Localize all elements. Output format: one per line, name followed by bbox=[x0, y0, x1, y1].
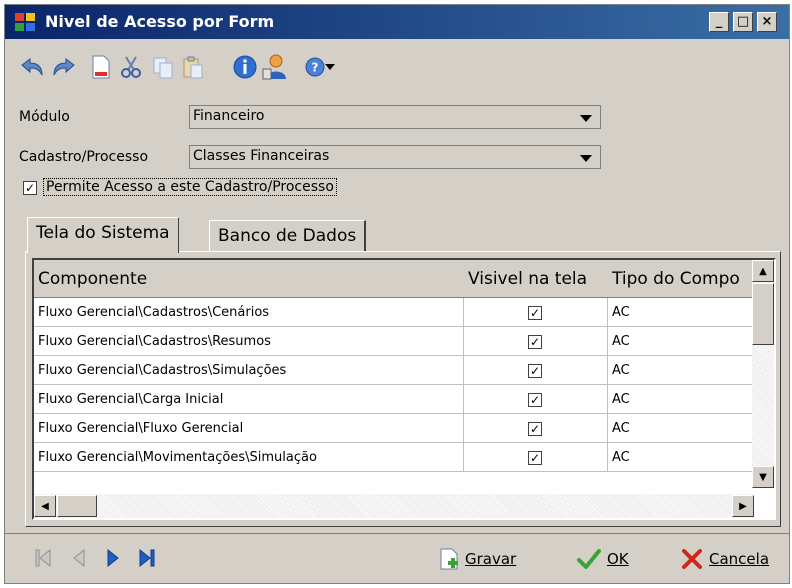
table-row[interactable]: Fluxo Gerencial\Movimentações\Simulação … bbox=[34, 443, 754, 472]
cell-componente: Fluxo Gerencial\Fluxo Gerencial bbox=[34, 414, 464, 443]
scroll-left-icon[interactable]: ◀ bbox=[34, 495, 56, 517]
table-row[interactable]: Fluxo Gerencial\Cadastros\Simulações ✓ A… bbox=[34, 356, 754, 385]
cell-tipo: AC bbox=[608, 298, 754, 327]
redo-icon[interactable] bbox=[51, 53, 79, 81]
tab-banco-de-dados[interactable]: Banco de Dados bbox=[209, 220, 367, 254]
horizontal-scrollbar[interactable]: ◀ ▶ bbox=[34, 494, 754, 518]
ok-label: OK bbox=[607, 550, 629, 568]
check-icon bbox=[577, 549, 601, 569]
table-row[interactable]: Fluxo Gerencial\Fluxo Gerencial ✓ AC bbox=[34, 414, 754, 443]
tab-panel: Componente Visivel na tela Tipo do Compo… bbox=[25, 251, 781, 527]
cut-icon[interactable] bbox=[117, 53, 145, 81]
cell-componente: Fluxo Gerencial\Cadastros\Resumos bbox=[34, 327, 464, 356]
cadastro-value: Classes Financeiras bbox=[193, 148, 330, 164]
cancel-icon bbox=[682, 549, 702, 569]
close-button[interactable]: × bbox=[757, 12, 777, 32]
horizontal-scroll-thumb[interactable] bbox=[57, 495, 97, 517]
info-icon[interactable] bbox=[231, 53, 259, 81]
visible-checkbox[interactable]: ✓ bbox=[528, 306, 542, 320]
cell-componente: Fluxo Gerencial\Movimentações\Simulação bbox=[34, 443, 464, 472]
visible-checkbox[interactable]: ✓ bbox=[528, 422, 542, 436]
visible-checkbox[interactable]: ✓ bbox=[528, 393, 542, 407]
new-document-icon[interactable] bbox=[87, 53, 115, 81]
scroll-up-icon[interactable]: ▲ bbox=[752, 260, 774, 282]
cell-componente: Fluxo Gerencial\Carga Inicial bbox=[34, 385, 464, 414]
chevron-down-icon bbox=[580, 115, 592, 122]
visible-checkbox[interactable]: ✓ bbox=[528, 335, 542, 349]
previous-record-icon[interactable] bbox=[67, 546, 91, 570]
cell-componente: Fluxo Gerencial\Cadastros\Cenários bbox=[34, 298, 464, 327]
footer-bar: Gravar OK Cancela bbox=[5, 533, 789, 583]
user-access-icon[interactable] bbox=[261, 53, 289, 81]
scroll-down-icon[interactable]: ▼ bbox=[752, 466, 774, 488]
first-record-icon[interactable] bbox=[31, 546, 55, 570]
app-icon bbox=[15, 13, 35, 31]
vertical-scrollbar[interactable]: ▲ ▼ bbox=[752, 260, 774, 488]
cadastro-select[interactable]: Classes Financeiras bbox=[189, 145, 601, 169]
column-header-visivel[interactable]: Visivel na tela bbox=[464, 260, 608, 298]
form-window: Nivel de Acesso por Form _ □ × ? Módulo … bbox=[4, 4, 790, 584]
cancela-label: Cancela bbox=[709, 550, 770, 568]
cell-visivel: ✓ bbox=[464, 414, 608, 443]
modulo-select[interactable]: Financeiro bbox=[189, 105, 601, 129]
save-icon bbox=[440, 548, 458, 570]
cell-componente: Fluxo Gerencial\Cadastros\Simulações bbox=[34, 356, 464, 385]
modulo-value: Financeiro bbox=[193, 108, 265, 124]
cell-tipo: AC bbox=[608, 327, 754, 356]
cell-tipo: AC bbox=[608, 414, 754, 443]
vertical-scroll-thumb[interactable] bbox=[752, 283, 774, 345]
column-header-tipo[interactable]: Tipo do Compo bbox=[608, 260, 754, 298]
window-title: Nivel de Acesso por Form bbox=[45, 12, 275, 31]
table-row[interactable]: Fluxo Gerencial\Cadastros\Cenários ✓ AC bbox=[34, 298, 754, 327]
paste-icon[interactable] bbox=[179, 53, 207, 81]
dropdown-arrow-icon[interactable] bbox=[321, 53, 339, 81]
cell-visivel: ✓ bbox=[464, 327, 608, 356]
cell-tipo: AC bbox=[608, 443, 754, 472]
minimize-button[interactable]: _ bbox=[709, 12, 729, 32]
cadastro-label: Cadastro/Processo bbox=[19, 149, 149, 165]
cell-visivel: ✓ bbox=[464, 298, 608, 327]
modulo-label: Módulo bbox=[19, 109, 70, 125]
last-record-icon[interactable] bbox=[135, 546, 159, 570]
permite-acesso-checkbox[interactable]: ✓ bbox=[23, 181, 37, 195]
cell-visivel: ✓ bbox=[464, 443, 608, 472]
next-record-icon[interactable] bbox=[101, 546, 125, 570]
grid-header: Componente Visivel na tela Tipo do Compo bbox=[34, 260, 754, 298]
cell-tipo: AC bbox=[608, 356, 754, 385]
tab-tela-do-sistema[interactable]: Tela do Sistema bbox=[27, 217, 179, 253]
visible-checkbox[interactable]: ✓ bbox=[528, 364, 542, 378]
gravar-button[interactable]: Gravar bbox=[439, 544, 516, 574]
undo-icon[interactable] bbox=[17, 53, 45, 81]
svg-text:?: ? bbox=[312, 61, 319, 75]
visible-checkbox[interactable]: ✓ bbox=[528, 451, 542, 465]
maximize-button[interactable]: □ bbox=[733, 12, 753, 32]
table-row[interactable]: Fluxo Gerencial\Carga Inicial ✓ AC bbox=[34, 385, 754, 414]
ok-button[interactable]: OK bbox=[577, 544, 629, 574]
cell-visivel: ✓ bbox=[464, 385, 608, 414]
cell-tipo: AC bbox=[608, 385, 754, 414]
scroll-right-icon[interactable]: ▶ bbox=[732, 495, 754, 517]
title-bar[interactable]: Nivel de Acesso por Form _ □ × bbox=[5, 5, 789, 39]
toolbar: ? bbox=[5, 43, 789, 93]
permite-acesso-label: Permite Acesso a este Cadastro/Processo bbox=[43, 178, 337, 196]
gravar-label: Gravar bbox=[465, 550, 517, 568]
copy-icon[interactable] bbox=[149, 53, 177, 81]
components-grid[interactable]: Componente Visivel na tela Tipo do Compo… bbox=[32, 258, 776, 520]
column-header-componente[interactable]: Componente bbox=[34, 260, 464, 298]
cancela-button[interactable]: Cancela bbox=[681, 544, 769, 574]
chevron-down-icon bbox=[580, 155, 592, 162]
table-row[interactable]: Fluxo Gerencial\Cadastros\Resumos ✓ AC bbox=[34, 327, 754, 356]
cell-visivel: ✓ bbox=[464, 356, 608, 385]
